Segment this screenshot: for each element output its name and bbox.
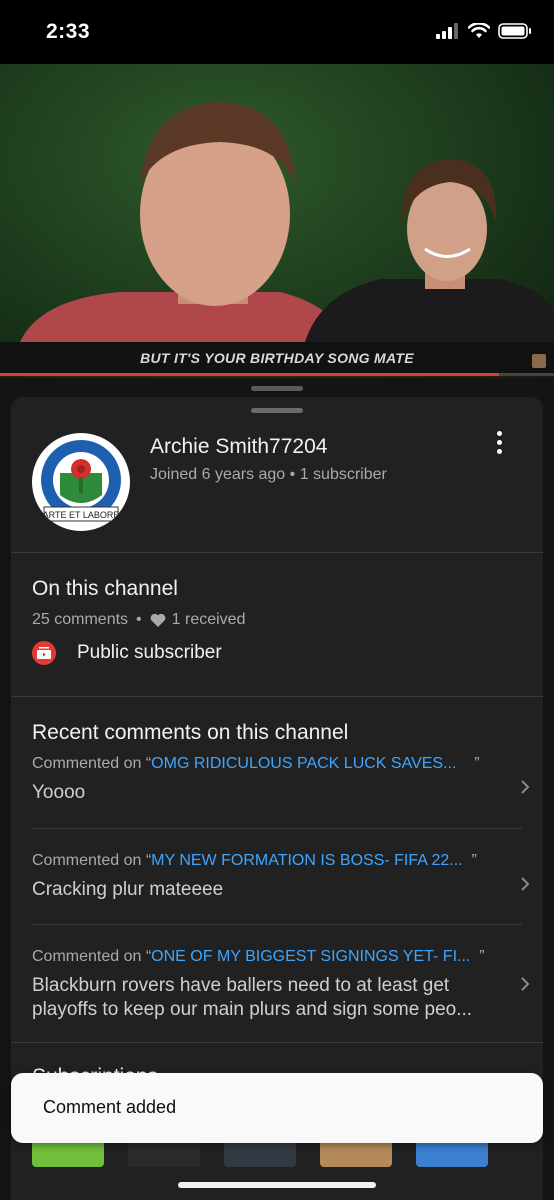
background-sheet-handle	[251, 386, 303, 391]
heart-icon	[150, 613, 166, 627]
public-subscriber-row: Public subscriber	[32, 639, 222, 667]
toast-message: Comment added	[43, 1097, 177, 1117]
divider	[11, 696, 543, 697]
divider	[11, 552, 543, 553]
subscriptions-icon	[32, 641, 56, 665]
channel-name: Archie Smith77204	[150, 435, 328, 458]
divider	[32, 828, 522, 829]
close-quote: ”	[474, 755, 480, 772]
avatar[interactable]: ARTE ET LABORE	[32, 433, 130, 531]
separator-dot: •	[136, 611, 142, 628]
drag-handle[interactable]	[251, 408, 303, 413]
commented-on-line: Commented on “MY NEW FORMATION IS BOSS- …	[32, 852, 522, 870]
video-progress-fill	[0, 373, 499, 376]
comment-item[interactable]: Commented on “MY NEW FORMATION IS BOSS- …	[32, 852, 530, 902]
video-caption: BUT IT'S YOUR BIRTHDAY SONG MATE	[140, 350, 414, 366]
commented-on-prefix: Commented on “	[32, 755, 152, 772]
commented-on-line: Commented on “OMG RIDICULOUS PACK LUCK S…	[32, 755, 522, 773]
comments-count: 25 comments	[32, 611, 129, 628]
comment-text: Blackburn rovers have ballers need to at…	[32, 975, 473, 1020]
comment-text: Cracking plur mateeee	[32, 879, 224, 900]
status-icons	[436, 23, 532, 39]
commented-on-line: Commented on “ONE OF MY BIGGEST SIGNINGS…	[32, 948, 522, 966]
comment-video-link[interactable]: ONE OF MY BIGGEST SIGNINGS YET- FI...	[151, 948, 470, 965]
more-dot-icon	[496, 449, 502, 454]
comment-item[interactable]: Commented on “OMG RIDICULOUS PACK LUCK S…	[32, 755, 530, 805]
snackbar-toast: Comment added	[11, 1073, 543, 1143]
more-dot-icon	[496, 431, 502, 436]
video-progress-bar[interactable]	[0, 373, 554, 376]
more-options-button[interactable]	[487, 431, 511, 457]
comment-text: Yoooo	[32, 782, 86, 803]
commented-on-prefix: Commented on “	[32, 948, 152, 965]
commented-on-prefix: Commented on “	[32, 852, 152, 869]
more-dot-icon	[496, 440, 502, 445]
crest-motto: ARTE ET LABORE	[43, 510, 120, 520]
video-frame	[0, 64, 554, 378]
home-indicator[interactable]	[178, 1182, 376, 1188]
video-frame-people	[20, 102, 554, 342]
comment-video-link[interactable]: OMG RIDICULOUS PACK LUCK SAVES...	[151, 755, 456, 772]
battery-icon	[498, 23, 531, 39]
divider	[32, 924, 522, 925]
chevron-right-icon	[521, 977, 530, 991]
status-bar: 2:33	[0, 0, 554, 64]
chevron-right-icon	[521, 780, 530, 794]
status-time: 2:33	[46, 20, 91, 43]
video-thumbnail	[532, 354, 546, 368]
wifi-icon	[468, 23, 490, 38]
cellular-signal-icon	[436, 23, 458, 39]
comment-item[interactable]: Commented on “ONE OF MY BIGGEST SIGNINGS…	[32, 948, 530, 1022]
divider	[11, 1042, 543, 1043]
hearts-received: 1 received	[171, 611, 246, 628]
video-player[interactable]: BUT IT'S YOUR BIRTHDAY SONG MATE	[0, 64, 554, 378]
close-quote: ”	[479, 948, 485, 965]
channel-meta: Joined 6 years ago • 1 subscriber	[150, 466, 387, 483]
public-subscriber-label: Public subscriber	[77, 642, 222, 663]
on-this-channel-title: On this channel	[32, 577, 178, 600]
close-quote: ”	[471, 852, 477, 869]
channel-stats: 25 comments • 1 received	[32, 611, 245, 629]
recent-comments-title: Recent comments on this channel	[32, 721, 349, 744]
club-crest-icon: ARTE ET LABORE	[34, 435, 128, 529]
chevron-right-icon	[521, 877, 530, 891]
comment-video-link[interactable]: MY NEW FORMATION IS BOSS- FIFA 22...	[151, 852, 462, 869]
